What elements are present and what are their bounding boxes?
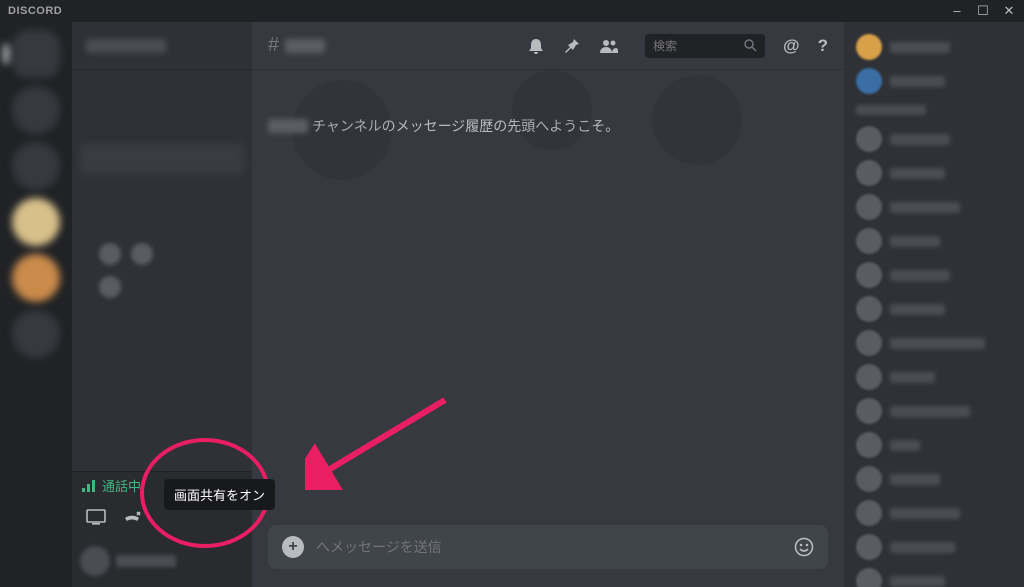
guild-list (0, 22, 72, 587)
member-item[interactable] (852, 30, 1016, 64)
voice-status-label: 通話中 (102, 476, 141, 495)
app-logo: DISCORD (8, 5, 62, 17)
close-button[interactable]: ✕ (1002, 3, 1016, 19)
minimize-button[interactable]: – (950, 3, 964, 19)
maximize-button[interactable]: ☐ (976, 3, 990, 19)
member-item[interactable] (852, 156, 1016, 190)
message-area: チャンネルのメッセージ履歴の先頭へようこそ。 (252, 70, 844, 525)
channel-list (72, 70, 252, 471)
member-item[interactable] (852, 190, 1016, 224)
titlebar: DISCORD – ☐ ✕ (0, 0, 1024, 22)
search-icon (744, 39, 757, 52)
self-username (116, 555, 176, 567)
guild-icon[interactable] (12, 310, 60, 358)
channel-name (285, 39, 325, 53)
member-item[interactable] (852, 462, 1016, 496)
signal-icon (82, 480, 96, 492)
guild-icon[interactable] (12, 254, 60, 302)
channel-item[interactable] (80, 112, 244, 142)
member-item[interactable] (852, 64, 1016, 98)
member-item[interactable] (852, 360, 1016, 394)
voice-user-avatar[interactable] (99, 243, 121, 265)
member-list (844, 22, 1024, 587)
member-item[interactable] (852, 326, 1016, 360)
member-item[interactable] (852, 394, 1016, 428)
guild-icon[interactable] (12, 86, 60, 134)
window-controls: – ☐ ✕ (950, 3, 1016, 19)
message-composer: + (268, 525, 828, 569)
search-box[interactable] (645, 34, 765, 58)
guild-icon[interactable] (12, 198, 60, 246)
member-item[interactable] (852, 292, 1016, 326)
member-item[interactable] (852, 428, 1016, 462)
channel-item[interactable] (80, 80, 244, 110)
mentions-icon[interactable]: @ (783, 36, 800, 56)
emoji-picker-button[interactable] (794, 537, 814, 557)
screen-share-tooltip: 画面共有をオン (164, 479, 275, 510)
notifications-icon[interactable] (527, 37, 545, 55)
hash-icon: # (268, 34, 279, 57)
channel-item[interactable] (80, 208, 244, 238)
member-item[interactable] (852, 530, 1016, 564)
channel-header: # @ ? (252, 22, 844, 70)
search-input[interactable] (653, 39, 733, 53)
attach-button[interactable]: + (282, 536, 304, 558)
members-icon[interactable] (599, 37, 619, 55)
help-icon[interactable]: ? (818, 36, 828, 56)
channel-item[interactable] (80, 176, 244, 206)
channel-item[interactable] (80, 144, 244, 174)
member-item[interactable] (852, 564, 1016, 587)
disconnect-call-button[interactable] (122, 509, 142, 525)
server-header[interactable] (72, 22, 252, 70)
member-category (852, 98, 1016, 122)
guild-icon[interactable] (12, 142, 60, 190)
welcome-decoration (252, 70, 844, 190)
pin-icon[interactable] (563, 37, 581, 55)
screen-share-button[interactable] (86, 509, 106, 525)
voice-user-avatar[interactable] (99, 276, 121, 298)
main-content: # @ ? (252, 22, 844, 587)
self-avatar[interactable] (80, 546, 110, 576)
voice-user-avatar[interactable] (131, 243, 153, 265)
member-item[interactable] (852, 224, 1016, 258)
member-item[interactable] (852, 496, 1016, 530)
member-item[interactable] (852, 258, 1016, 292)
message-input[interactable] (316, 539, 782, 555)
user-panel (72, 535, 252, 587)
member-item[interactable] (852, 122, 1016, 156)
guild-icon[interactable] (12, 30, 60, 78)
